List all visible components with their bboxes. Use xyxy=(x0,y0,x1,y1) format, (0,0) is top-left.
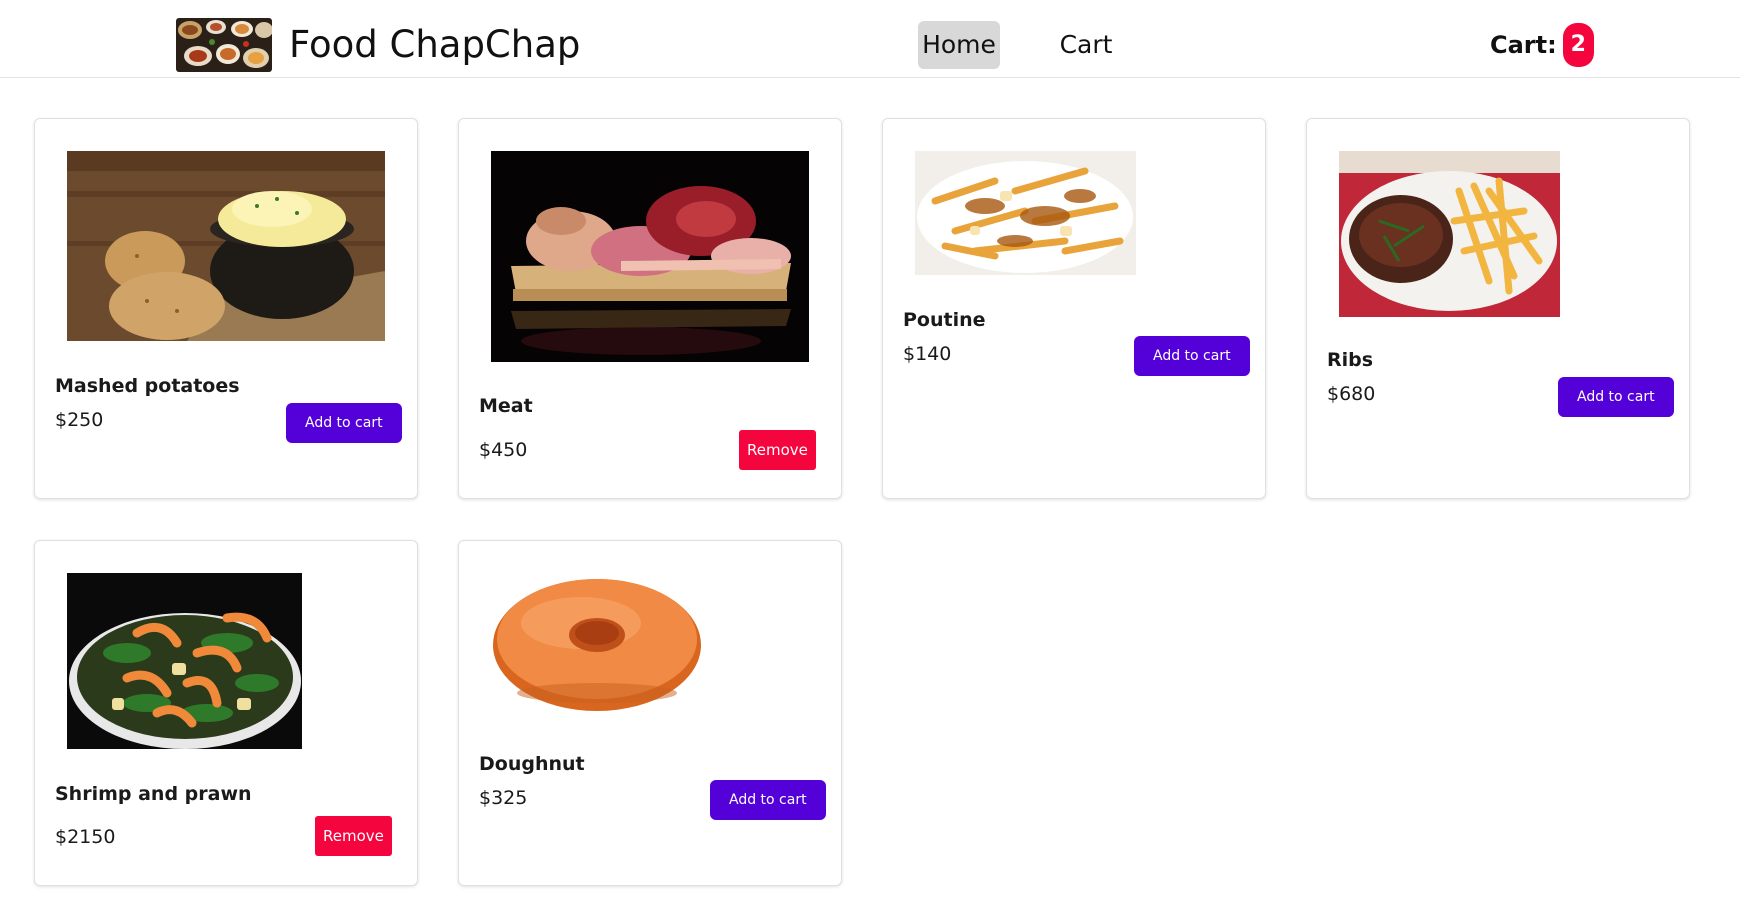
poutine-image-icon xyxy=(915,151,1136,275)
cart-count-label: Cart: xyxy=(1490,31,1557,59)
product-price: $140 xyxy=(903,343,952,365)
remove-from-cart-button[interactable]: Remove xyxy=(739,430,816,470)
add-to-cart-button[interactable]: Add to cart xyxy=(1134,336,1250,376)
mashed-potatoes-image-icon xyxy=(67,151,385,341)
product-name: Shrimp and prawn xyxy=(55,783,252,805)
doughnut-image-icon xyxy=(491,573,704,712)
food-platter-logo-icon[interactable] xyxy=(176,18,272,72)
product-price: $450 xyxy=(479,439,528,461)
cart-indicator[interactable]: Cart: 2 xyxy=(1490,23,1594,67)
top-navbar: Food ChapChap Home Cart Cart: 2 xyxy=(0,0,1740,78)
meat-image-icon xyxy=(491,151,809,362)
shrimp-image-icon xyxy=(67,573,302,749)
product-card: Shrimp and prawn $2150 Remove xyxy=(34,540,418,886)
product-card: Ribs $680 Add to cart xyxy=(1306,118,1690,499)
product-price: $2150 xyxy=(55,826,116,848)
cart-count-badge: 2 xyxy=(1562,23,1594,67)
product-card: Doughnut $325 Add to cart xyxy=(458,540,842,886)
remove-from-cart-button[interactable]: Remove xyxy=(315,816,392,856)
add-to-cart-button[interactable]: Add to cart xyxy=(286,403,402,443)
add-to-cart-button[interactable]: Add to cart xyxy=(710,780,826,820)
nav-home-link[interactable]: Home xyxy=(918,21,1000,69)
brand-title[interactable]: Food ChapChap xyxy=(289,21,580,69)
product-card: Poutine $140 Add to cart xyxy=(882,118,1266,499)
product-name: Mashed potatoes xyxy=(55,375,240,397)
product-price: $325 xyxy=(479,787,528,809)
product-price: $250 xyxy=(55,409,104,431)
ribs-image-icon xyxy=(1339,151,1560,317)
product-card: Meat $450 Remove xyxy=(458,118,842,499)
product-card: Mashed potatoes $250 Add to cart xyxy=(34,118,418,499)
product-name: Ribs xyxy=(1327,349,1374,371)
add-to-cart-button[interactable]: Add to cart xyxy=(1558,377,1674,417)
product-name: Doughnut xyxy=(479,753,585,775)
product-name: Poutine xyxy=(903,309,986,331)
nav-cart-link[interactable]: Cart xyxy=(1050,21,1122,69)
product-name: Meat xyxy=(479,395,533,417)
product-price: $680 xyxy=(1327,383,1376,405)
